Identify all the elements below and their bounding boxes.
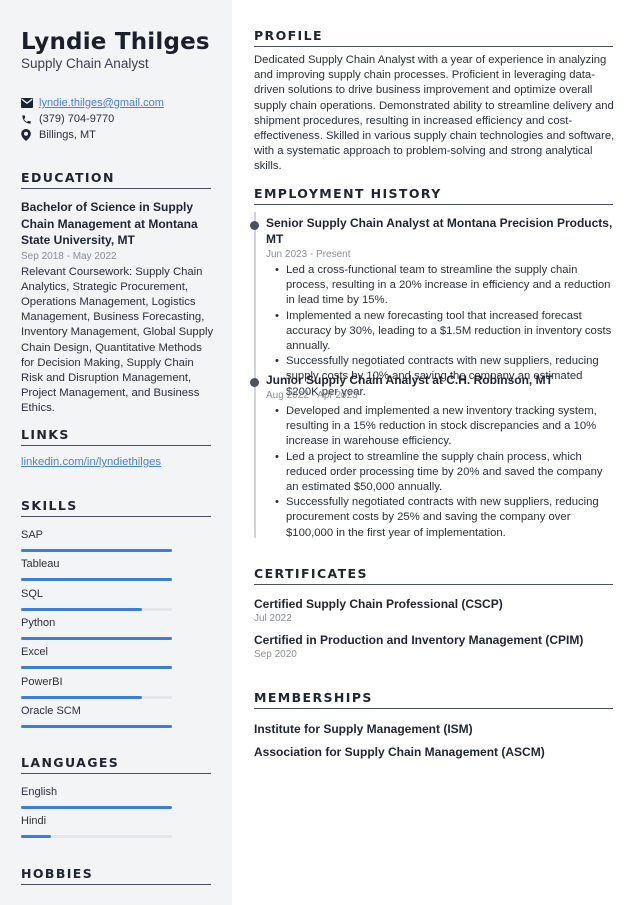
- skill-level-track: [21, 549, 172, 552]
- job-bullet: Implemented a new forecasting tool that …: [275, 309, 616, 355]
- certificate-date: Jul 2022: [254, 613, 292, 624]
- skill-name: SAP: [21, 529, 44, 541]
- timeline-dot: [250, 378, 259, 387]
- language-level-fill: [21, 806, 172, 809]
- skill-item: Python: [21, 615, 172, 640]
- location-pin-icon: [21, 129, 39, 141]
- job-dates: Jun 2023 - Present: [266, 249, 351, 260]
- candidate-name: Lyndie Thilges: [21, 29, 210, 55]
- education-description: Relevant Coursework: Supply Chain Analyt…: [21, 265, 214, 415]
- languages-heading: LANGUAGES: [21, 755, 211, 774]
- job-bullet: Led a cross-functional team to streamlin…: [275, 263, 616, 309]
- language-level-track: [21, 835, 172, 839]
- job-bullet: Led a project to streamline the supply c…: [275, 450, 616, 496]
- skill-level-fill: [21, 607, 142, 611]
- membership-item: Association for Supply Chain Management …: [254, 745, 545, 759]
- skill-level-fill: [21, 578, 172, 582]
- certificate-item: Certified in Production and Inventory Ma…: [254, 632, 614, 662]
- skill-level-track: [21, 636, 172, 640]
- hobbies-heading: HOBBIES: [21, 866, 211, 885]
- profile-summary: Dedicated Supply Chain Analyst with a ye…: [254, 54, 615, 173]
- skill-level-fill: [21, 666, 172, 670]
- education-entry: Bachelor of Science in Supply Chain Mana…: [21, 199, 216, 417]
- skill-level-track: [21, 607, 172, 611]
- profile-heading: PROFILE: [254, 28, 613, 47]
- memberships-heading: MEMBERSHIPS: [254, 690, 613, 709]
- skill-item: PowerBI: [21, 674, 172, 699]
- skill-name: Python: [21, 616, 56, 629]
- phone-number: (379) 704-9770: [39, 113, 115, 125]
- certificate-item: Certified Supply Chain Professional (CSC…: [254, 596, 614, 626]
- contact-email-row: lyndie.thilges@gmail.com: [21, 95, 164, 111]
- employment-heading: EMPLOYMENT HISTORY: [254, 186, 613, 205]
- job-bullet: Developed and implemented a new inventor…: [275, 404, 616, 450]
- candidate-job-title: Supply Chain Analyst: [21, 56, 149, 71]
- language-name: Hindi: [21, 815, 47, 828]
- language-level-track: [21, 806, 172, 809]
- skill-name: Excel: [21, 646, 48, 659]
- skill-item: Oracle SCM: [21, 703, 172, 728]
- contact-phone-row: (379) 704-9770: [21, 111, 164, 127]
- certificate-date: Sep 2020: [254, 649, 297, 660]
- skills-heading: SKILLS: [21, 498, 211, 517]
- phone-icon: [21, 114, 39, 125]
- certificate-title: Certified Supply Chain Professional (CSC…: [254, 597, 503, 611]
- skill-level-track: [21, 578, 172, 582]
- skill-level-track: [21, 666, 172, 670]
- job-bullets: Developed and implemented a new inventor…: [275, 404, 616, 541]
- skill-name: SQL: [21, 587, 44, 600]
- contact-location-row: Billings, MT: [21, 127, 164, 143]
- links-heading: LINKS: [21, 427, 211, 446]
- skill-item: SQL: [21, 586, 172, 611]
- skill-level-fill: [21, 636, 172, 640]
- job-entry: Junior Supply Chain Analyst at C.H. Robi…: [250, 372, 616, 541]
- language-name: English: [21, 786, 58, 798]
- language-level-fill: [21, 835, 52, 839]
- job-dates: Aug 2022 - Apr 2023: [266, 390, 358, 401]
- skill-level-fill: [21, 695, 142, 699]
- skill-level-fill: [21, 549, 172, 552]
- location-text: Billings, MT: [39, 129, 96, 141]
- education-heading: EDUCATION: [21, 170, 211, 189]
- skill-item: Tableau: [21, 556, 172, 582]
- education-degree: Bachelor of Science in Supply Chain Mana…: [21, 200, 198, 247]
- skill-name: PowerBI: [21, 675, 63, 688]
- education-dates: Sep 2018 - May 2022: [21, 250, 117, 262]
- skill-name: Tableau: [21, 558, 60, 571]
- job-title: Senior Supply Chain Analyst at Montana P…: [266, 216, 613, 246]
- membership-item: Institute for Supply Management (ISM): [254, 722, 473, 736]
- skill-item: Excel: [21, 644, 172, 670]
- skill-level-track: [21, 724, 172, 728]
- certificate-title: Certified in Production and Inventory Ma…: [254, 633, 584, 647]
- envelope-icon: [21, 98, 39, 108]
- skill-item: SAP: [21, 527, 172, 552]
- timeline-dot: [250, 221, 259, 230]
- language-item: Hindi: [21, 813, 172, 839]
- language-item: English: [21, 784, 172, 809]
- linkedin-link[interactable]: linkedin.com/in/lyndiethilges: [21, 456, 161, 468]
- skill-name: Oracle SCM: [21, 704, 81, 717]
- certificates-heading: CERTIFICATES: [254, 566, 613, 585]
- contact-info: lyndie.thilges@gmail.com (379) 704-9770 …: [21, 95, 164, 143]
- job-title: Junior Supply Chain Analyst at C.H. Robi…: [266, 373, 553, 387]
- job-bullet: Successfully negotiated contracts with n…: [275, 495, 616, 541]
- skill-level-track: [21, 695, 172, 699]
- skill-level-fill: [21, 724, 172, 728]
- email-link[interactable]: lyndie.thilges@gmail.com: [39, 97, 164, 109]
